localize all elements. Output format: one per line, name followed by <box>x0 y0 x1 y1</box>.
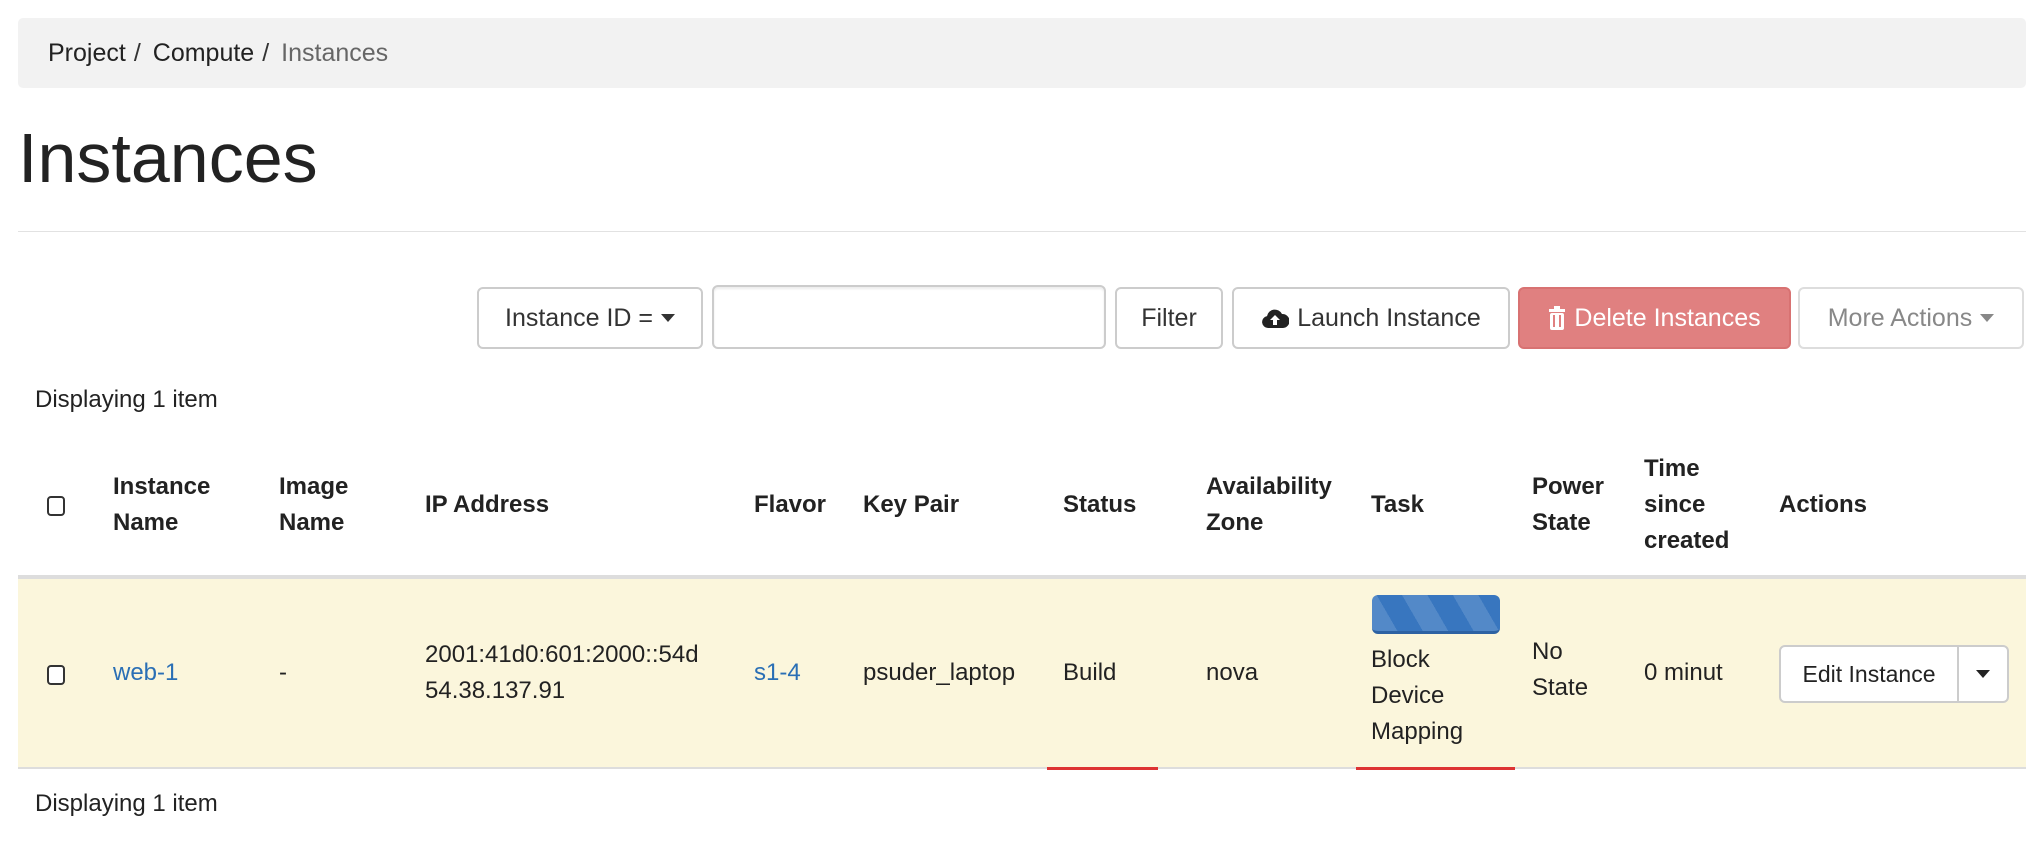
status-indicator <box>1047 767 1158 770</box>
cloud-upload-icon <box>1262 309 1290 328</box>
page-title: Instances <box>18 119 318 197</box>
more-actions-label: More Actions <box>1827 303 1973 332</box>
col-image-name[interactable]: Image Name <box>279 469 348 541</box>
task: Block Device Mapping <box>1371 646 1464 745</box>
actions-button-group: Edit Instance <box>1779 645 2009 703</box>
col-availability-zone[interactable]: Availability Zone <box>1206 469 1332 541</box>
col-power-state[interactable]: Power State <box>1532 469 1604 541</box>
status: Build <box>1063 659 1117 686</box>
col-actions: Actions <box>1779 491 1868 518</box>
delete-instances-label: Delete Instances <box>1574 303 1761 332</box>
time-since-created: 0 minut <box>1644 659 1723 686</box>
breadcrumb-separator: / <box>133 38 141 67</box>
flavor-link[interactable]: s1-4 <box>754 655 801 691</box>
breadcrumb-project[interactable]: Project <box>48 39 126 68</box>
filter-button[interactable]: Filter <box>1115 287 1223 349</box>
col-instance-name[interactable]: Instance Name <box>113 469 210 541</box>
filter-field-label: Instance ID = <box>505 303 653 332</box>
breadcrumb-separator: / <box>262 38 270 67</box>
filter-input[interactable] <box>712 285 1106 349</box>
filter-field-dropdown[interactable]: Instance ID = <box>477 287 703 349</box>
select-all-checkbox[interactable] <box>47 496 65 516</box>
breadcrumb-current: Instances <box>281 38 389 67</box>
breadcrumb: Project / Compute / Instances <box>18 18 2026 88</box>
launch-instance-label: Launch Instance <box>1297 303 1481 332</box>
more-actions-button[interactable]: More Actions <box>1798 287 2024 349</box>
col-ip-address[interactable]: IP Address <box>425 487 549 523</box>
edit-instance-button[interactable]: Edit Instance <box>1781 647 1959 701</box>
caret-down-icon <box>1980 314 1995 322</box>
task-indicator <box>1356 767 1515 770</box>
trash-icon <box>1549 306 1566 330</box>
image-name: - <box>279 659 287 686</box>
ip-address: 2001:41d0:601:2000::54d 54.38.137.91 <box>425 641 699 704</box>
col-task[interactable]: Task <box>1371 487 1424 523</box>
item-count: Displaying 1 item <box>35 386 218 413</box>
caret-down-icon <box>1976 670 1990 678</box>
divider <box>18 231 2026 232</box>
availability-zone: nova <box>1206 659 1259 686</box>
key-pair: psuder_laptop <box>863 659 1016 686</box>
launch-instance-button[interactable]: Launch Instance <box>1232 287 1510 349</box>
instance-name-link[interactable]: web-1 <box>113 655 178 691</box>
caret-down-icon <box>661 314 675 322</box>
task-progress-bar <box>1372 595 1500 634</box>
table-row <box>18 575 2026 769</box>
col-time-since-created[interactable]: Time since created <box>1644 451 1729 559</box>
item-count-footer: Displaying 1 item <box>35 790 218 817</box>
power-state: No State <box>1532 638 1589 701</box>
actions-dropdown-toggle[interactable] <box>1959 647 2007 701</box>
delete-instances-button[interactable]: Delete Instances <box>1518 287 1791 349</box>
col-key-pair[interactable]: Key Pair <box>863 487 959 523</box>
col-flavor[interactable]: Flavor <box>754 487 826 523</box>
row-checkbox[interactable] <box>47 665 65 685</box>
breadcrumb-compute[interactable]: Compute <box>153 39 254 68</box>
col-status[interactable]: Status <box>1063 487 1136 523</box>
